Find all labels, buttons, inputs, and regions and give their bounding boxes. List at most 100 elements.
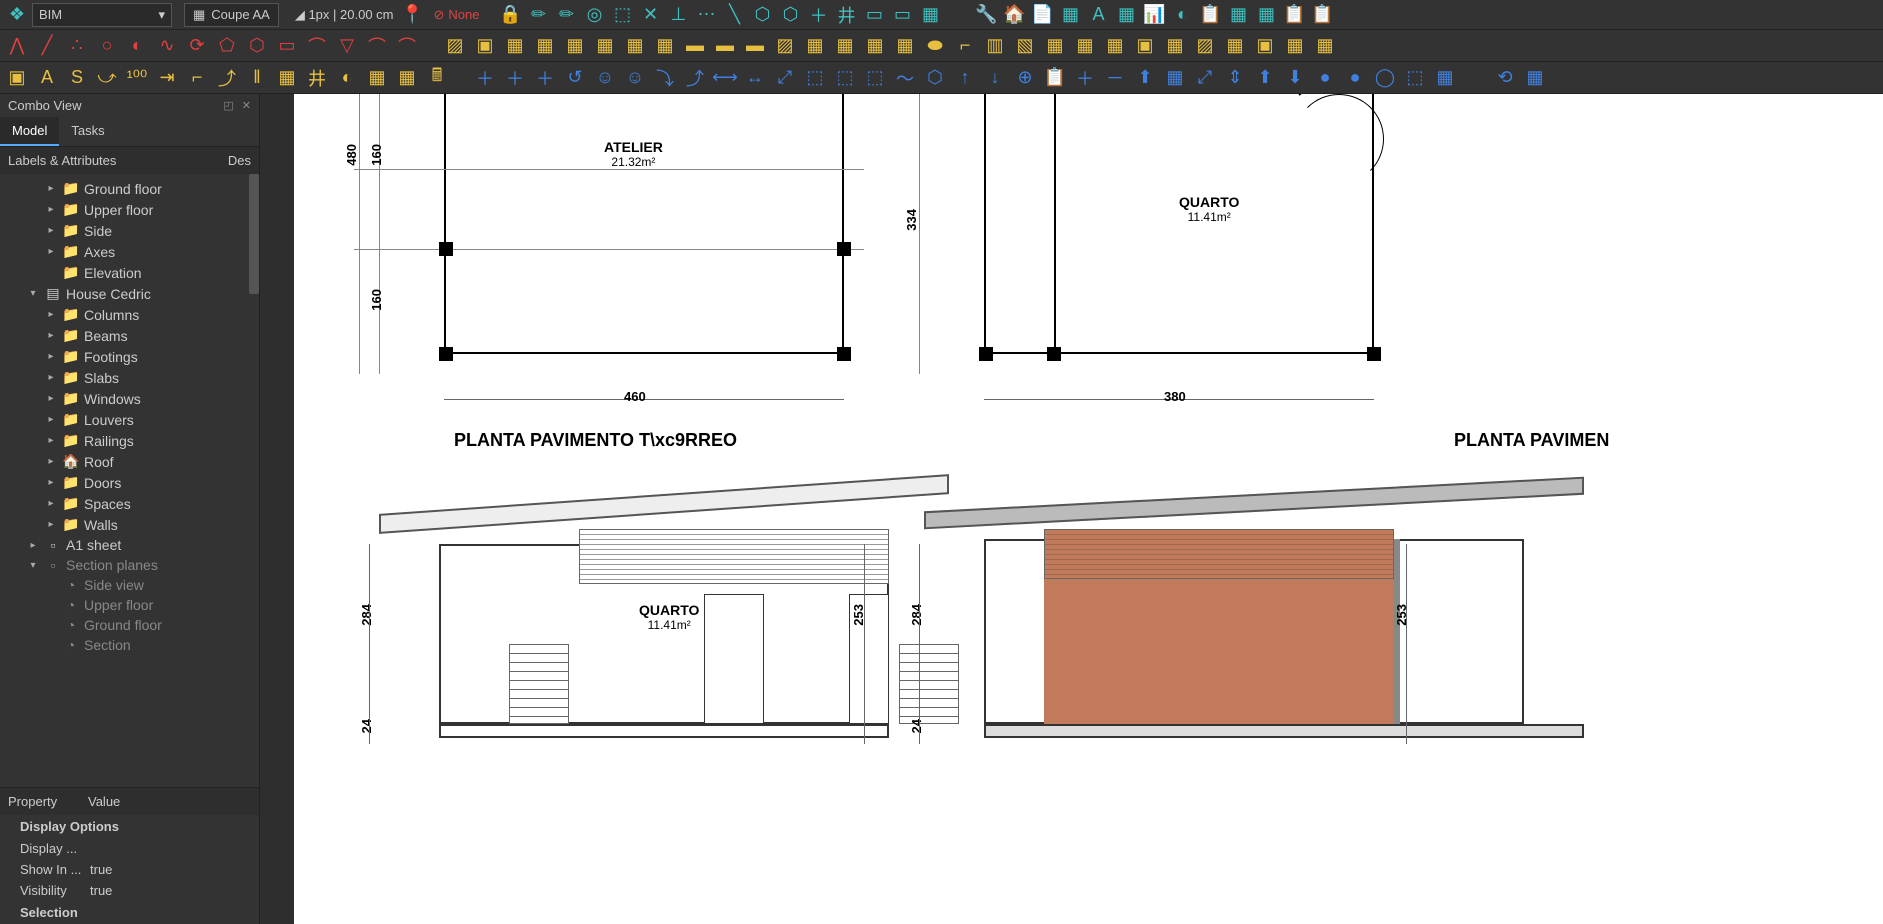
tree-item[interactable]: ◔Section: [0, 635, 259, 655]
toolbar-icon[interactable]: ◎: [581, 2, 607, 28]
toolbar-icon[interactable]: ⌒: [304, 33, 330, 59]
tree-item[interactable]: ▾▫Section planes: [0, 555, 259, 575]
toolbar-icon[interactable]: ▦: [832, 33, 858, 59]
expand-icon[interactable]: ▾: [26, 560, 40, 571]
toolbar-icon[interactable]: ▦: [274, 65, 300, 91]
toolbar-icon[interactable]: ▦: [1072, 33, 1098, 59]
toolbar-icon[interactable]: ∴: [64, 33, 90, 59]
toolbar-icon[interactable]: 🔧: [973, 2, 999, 28]
toolbar-icon[interactable]: ＋: [472, 65, 498, 91]
toolbar-icon[interactable]: ▦: [502, 33, 528, 59]
tree-item[interactable]: ▸📁Beams: [0, 325, 259, 346]
expand-icon[interactable]: ▸: [26, 540, 40, 551]
toolbar-icon[interactable]: ◐: [334, 65, 360, 91]
toolbar-icon[interactable]: ⬡: [749, 2, 775, 28]
toolbar-icon[interactable]: ╱: [34, 33, 60, 59]
toolbar-icon[interactable]: ⬡: [244, 33, 270, 59]
toolbar-icon[interactable]: ▦: [1522, 65, 1548, 91]
toolbar-icon[interactable]: ▦: [1162, 65, 1188, 91]
toolbar-icon[interactable]: ⬚: [862, 65, 888, 91]
toolbar-icon[interactable]: ⤢: [772, 65, 798, 91]
tree-item[interactable]: 📁Elevation: [0, 262, 259, 283]
toolbar-icon[interactable]: ⬚: [1402, 65, 1428, 91]
property-row[interactable]: Visibilitytrue: [0, 880, 259, 901]
toolbar-icon[interactable]: ▦: [1432, 65, 1458, 91]
property-row[interactable]: Display ...: [0, 838, 259, 859]
toolbar-icon[interactable]: ○: [94, 33, 120, 59]
toolbar-icon[interactable]: ▦: [917, 2, 943, 28]
toolbar-icon[interactable]: ▣: [472, 33, 498, 59]
toolbar-icon[interactable]: ⬆: [1252, 65, 1278, 91]
toolbar-icon[interactable]: ▦: [562, 33, 588, 59]
toolbar-icon[interactable]: ▦: [1222, 33, 1248, 59]
toolbar-icon[interactable]: ＋: [532, 65, 558, 91]
expand-icon[interactable]: ▸: [44, 456, 58, 467]
toolbar-icon[interactable]: ─: [1102, 65, 1128, 91]
toolbar-icon[interactable]: ⬡: [777, 2, 803, 28]
toolbar-icon[interactable]: ▦: [1057, 2, 1083, 28]
toolbar-icon[interactable]: ▦: [1312, 33, 1338, 59]
expand-icon[interactable]: ▸: [44, 519, 58, 530]
close-icon[interactable]: ✕: [242, 99, 251, 112]
property-row[interactable]: Show In ...true: [0, 859, 259, 880]
tree-item[interactable]: ▸📁Footings: [0, 346, 259, 367]
toolbar-icon[interactable]: ⤢: [1192, 65, 1218, 91]
tree-item[interactable]: ▸📁Side: [0, 220, 259, 241]
toolbar-icon[interactable]: ◐: [1169, 2, 1195, 28]
toolbar-icon[interactable]: 〜: [892, 65, 918, 91]
toolbar-icon[interactable]: ⟲: [1492, 65, 1518, 91]
toolbar-icon[interactable]: ▨: [1192, 33, 1218, 59]
tree-item[interactable]: ▸📁Upper floor: [0, 199, 259, 220]
expand-icon[interactable]: ▸: [44, 204, 58, 215]
toolbar-icon[interactable]: ◯: [1372, 65, 1398, 91]
snap-none[interactable]: ⊘ None: [428, 7, 486, 23]
toolbar-icon[interactable]: 🏠: [1001, 2, 1027, 28]
toolbar-icon[interactable]: ∿: [154, 33, 180, 59]
toolbar-icon[interactable]: ▭: [889, 2, 915, 28]
toolbar-icon[interactable]: ▨: [772, 33, 798, 59]
toolbar-icon[interactable]: ▣: [1252, 33, 1278, 59]
toolbar-icon[interactable]: ☺: [622, 65, 648, 91]
toolbar-icon[interactable]: ✏: [525, 2, 551, 28]
toolbar-icon[interactable]: ▦: [1042, 33, 1068, 59]
tree-item[interactable]: ▸📁Louvers: [0, 409, 259, 430]
toolbar-icon[interactable]: ▦: [1225, 2, 1251, 28]
tree-item[interactable]: ▸📁Spaces: [0, 493, 259, 514]
toolbar-icon[interactable]: ⤴: [682, 65, 708, 91]
toolbar-icon[interactable]: ▦: [592, 33, 618, 59]
toolbar-icon[interactable]: ⌒: [364, 33, 390, 59]
toolbar-icon[interactable]: ↓: [982, 65, 1008, 91]
tree-item[interactable]: ▸📁Axes: [0, 241, 259, 262]
expand-icon[interactable]: ▸: [44, 183, 58, 194]
toolbar-icon[interactable]: ⬡: [922, 65, 948, 91]
toolbar-icon[interactable]: 🖩: [424, 65, 450, 91]
tree-item[interactable]: ▸📁Slabs: [0, 367, 259, 388]
toolbar-icon[interactable]: ●: [1312, 65, 1338, 91]
toolbar-icon[interactable]: ▦: [532, 33, 558, 59]
toolbar-icon[interactable]: ▥: [982, 33, 1008, 59]
toolbar-icon[interactable]: ⤴: [214, 65, 240, 91]
expand-icon[interactable]: ▾: [26, 288, 40, 299]
toolbar-icon[interactable]: ▦: [892, 33, 918, 59]
toolbar-icon[interactable]: ↔: [742, 65, 768, 91]
toolbar-icon[interactable]: ‖: [244, 65, 270, 91]
toolbar-icon[interactable]: 井: [833, 2, 859, 28]
toolbar-icon[interactable]: ⬆: [1132, 65, 1158, 91]
toolbar-icon[interactable]: ⬬: [922, 33, 948, 59]
expand-icon[interactable]: ▸: [44, 372, 58, 383]
toolbar-icon[interactable]: ▦: [364, 65, 390, 91]
toolbar-icon[interactable]: ⬇: [1282, 65, 1308, 91]
toolbar-icon[interactable]: ⟳: [184, 33, 210, 59]
expand-icon[interactable]: ▸: [44, 477, 58, 488]
toolbar-icon[interactable]: ▣: [1132, 33, 1158, 59]
toolbar-icon[interactable]: [1462, 65, 1488, 91]
toolbar-icon[interactable]: ⬚: [832, 65, 858, 91]
toolbar-icon[interactable]: ▧: [1012, 33, 1038, 59]
toolbar-icon[interactable]: ⬠: [214, 33, 240, 59]
tree-item[interactable]: ▸📁Doors: [0, 472, 259, 493]
toolbar-icon[interactable]: 井: [304, 65, 330, 91]
toolbar-icon[interactable]: ▬: [682, 33, 708, 59]
tree-item[interactable]: ▸📁Windows: [0, 388, 259, 409]
expand-icon[interactable]: ▸: [44, 330, 58, 341]
toolbar-icon[interactable]: ▦: [622, 33, 648, 59]
